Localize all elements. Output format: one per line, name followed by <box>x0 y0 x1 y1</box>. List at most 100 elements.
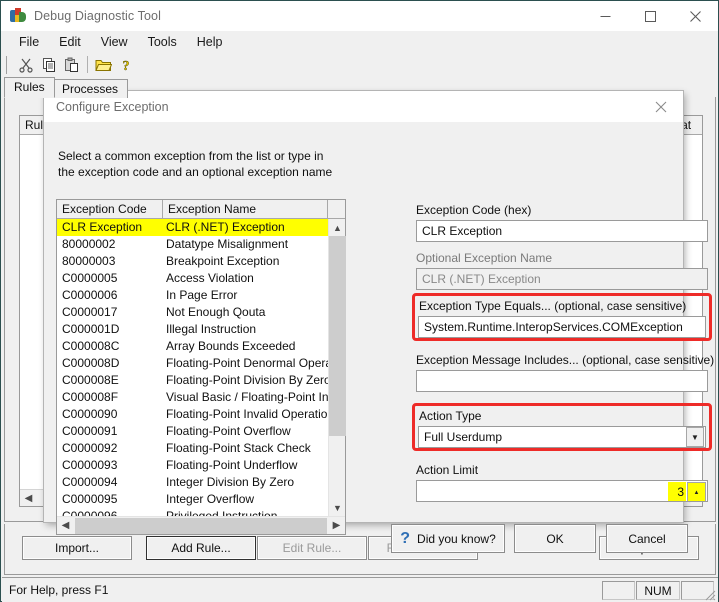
minimize-icon[interactable] <box>583 1 628 31</box>
exception-code-cell: C0000092 <box>57 440 163 457</box>
exception-name-cell: Breakpoint Exception <box>163 253 328 270</box>
exception-name-cell: Floating-Point Division By Zero <box>163 372 328 389</box>
help-icon[interactable]: ? <box>115 54 138 76</box>
hscroll-thumb[interactable] <box>75 518 327 534</box>
exception-type-equals-input[interactable]: System.Runtime.InteropServices.COMExcept… <box>418 316 706 338</box>
hscroll-right-icon[interactable]: ▶ <box>328 518 345 534</box>
action-type-combobox[interactable]: Full Userdump ▼ <box>418 426 706 448</box>
exception-list-item[interactable]: C0000005Access Violation <box>57 270 328 287</box>
exception-list-item[interactable]: 80000003Breakpoint Exception <box>57 253 328 270</box>
exception-list-item[interactable]: C0000017Not Enough Qouta <box>57 304 328 321</box>
exception-code-input[interactable]: CLR Exception <box>416 220 708 242</box>
scroll-down-icon[interactable]: ▼ <box>329 499 346 516</box>
menu-item-tools[interactable]: Tools <box>139 33 186 51</box>
exception-name-cell: Floating-Point Underflow <box>163 457 328 474</box>
dialog-instructions: Select a common exception from the list … <box>58 148 332 180</box>
copy-icon[interactable] <box>37 54 60 76</box>
status-bar: For Help, press F1 NUM <box>2 577 718 602</box>
exception-list-item[interactable]: C000001DIllegal Instruction <box>57 321 328 338</box>
exception-name-cell: Integer Overflow <box>163 491 328 508</box>
exception-name-cell: Access Violation <box>163 270 328 287</box>
exception-list-item[interactable]: C000008FVisual Basic / Floating-Point In… <box>57 389 328 406</box>
exception-message-includes-input[interactable] <box>416 370 708 392</box>
edit-rule-button: Edit Rule... <box>257 536 367 560</box>
exception-list-vscrollbar[interactable]: ▲ ▼ <box>328 219 345 516</box>
exception-code-cell: C0000094 <box>57 474 163 491</box>
menu-item-file[interactable]: File <box>10 33 48 51</box>
scroll-up-icon[interactable]: ▲ <box>329 219 346 236</box>
instructions-line-2: the exception code and an optional excep… <box>58 164 332 180</box>
exception-list-item[interactable]: C000008CArray Bounds Exceeded <box>57 338 328 355</box>
exception-list[interactable]: Exception Code Exception Name CLR Except… <box>56 199 346 535</box>
exception-code-label: Exception Code (hex) <box>416 203 531 217</box>
exception-name-cell: Floating-Point Overflow <box>163 423 328 440</box>
exception-list-item[interactable]: 80000002Datatype Misalignment <box>57 236 328 253</box>
add-rule-button-label: Add Rule... <box>171 541 230 555</box>
exception-list-item[interactable]: C0000006In Page Error <box>57 287 328 304</box>
ok-button[interactable]: OK <box>514 524 596 553</box>
exception-list-item[interactable]: C0000091Floating-Point Overflow <box>57 423 328 440</box>
tab-processes[interactable]: Processes <box>52 79 128 98</box>
resize-grip-icon[interactable] <box>702 587 716 601</box>
add-rule-button[interactable]: Add Rule... <box>146 536 256 560</box>
status-text: For Help, press F1 <box>9 583 108 597</box>
optional-exception-name-label: Optional Exception Name <box>416 251 552 265</box>
action-limit-label: Action Limit <box>416 463 478 477</box>
exception-code-cell: C0000005 <box>57 270 163 287</box>
hscroll-left-icon[interactable]: ◀ <box>57 518 74 534</box>
exception-name-cell: Datatype Misalignment <box>163 236 328 253</box>
configure-exception-dialog: Configure Exception Select a common exce… <box>44 91 683 522</box>
exception-code-cell: C0000093 <box>57 457 163 474</box>
exception-code-cell: C0000017 <box>57 304 163 321</box>
chevron-down-icon[interactable]: ▼ <box>686 427 704 447</box>
vscroll-thumb[interactable] <box>329 236 346 436</box>
exception-list-item[interactable]: CLR ExceptionCLR (.NET) Exception <box>57 219 328 236</box>
scroll-left-icon[interactable]: ◀ <box>20 490 37 506</box>
open-folder-icon[interactable] <box>92 54 115 76</box>
toolbar-separator <box>87 56 88 73</box>
dialog-body: Select a common exception from the list … <box>44 122 683 522</box>
maximize-icon[interactable] <box>628 1 673 31</box>
import-button[interactable]: Import... <box>22 536 132 560</box>
dialog-title-bar: Configure Exception <box>44 91 683 122</box>
question-mark-icon: ? <box>400 531 410 547</box>
did-you-know-button[interactable]: ? Did you know? <box>391 524 505 553</box>
spinner-up-icon[interactable]: ▲ <box>687 482 706 502</box>
exception-code-cell: C000008C <box>57 338 163 355</box>
exception-list-item[interactable]: C000008DFloating-Point Denormal Operand <box>57 355 328 372</box>
dialog-close-icon[interactable] <box>638 91 683 122</box>
exception-list-item[interactable]: C0000090Floating-Point Invalid Operation <box>57 406 328 423</box>
svg-text:?: ? <box>122 59 129 73</box>
exception-list-item[interactable]: C0000095Integer Overflow <box>57 491 328 508</box>
close-icon[interactable] <box>673 1 718 31</box>
exception-list-item[interactable]: C0000093Floating-Point Underflow <box>57 457 328 474</box>
menu-item-view[interactable]: View <box>92 33 137 51</box>
list-column-exception-code[interactable]: Exception Code <box>57 200 163 219</box>
dialog-title: Configure Exception <box>56 100 169 114</box>
action-limit-spinner[interactable]: ▲ ▼ <box>687 482 706 502</box>
cut-icon[interactable] <box>14 54 37 76</box>
menu-item-edit[interactable]: Edit <box>50 33 90 51</box>
menu-bar: File Edit View Tools Help <box>2 31 717 52</box>
list-header-spacer <box>328 200 345 219</box>
exception-code-cell: C0000006 <box>57 287 163 304</box>
exception-list-rows[interactable]: CLR ExceptionCLR (.NET) Exception8000000… <box>57 219 328 516</box>
tab-rules[interactable]: Rules <box>4 77 55 98</box>
exception-name-cell: Visual Basic / Floating-Point Inexac <box>163 389 328 406</box>
main-window: Debug Diagnostic Tool File Edit View Too… <box>0 0 719 602</box>
exception-name-cell: CLR (.NET) Exception <box>163 219 328 236</box>
window-title: Debug Diagnostic Tool <box>34 9 161 23</box>
paste-icon[interactable] <box>60 54 83 76</box>
menu-item-help[interactable]: Help <box>188 33 232 51</box>
exception-code-cell: C0000095 <box>57 491 163 508</box>
exception-list-item[interactable]: C0000096Privileged Instruction <box>57 508 328 516</box>
exception-list-hscrollbar[interactable]: ◀ ▶ <box>57 516 345 534</box>
toolbar-grip[interactable] <box>6 56 10 74</box>
exception-list-item[interactable]: C000008EFloating-Point Division By Zero <box>57 372 328 389</box>
cancel-button[interactable]: Cancel <box>606 524 688 553</box>
action-limit-input[interactable]: 3 ▲ ▼ <box>416 480 708 502</box>
exception-type-equals-label: Exception Type Equals... (optional, case… <box>419 299 686 313</box>
exception-list-item[interactable]: C0000092Floating-Point Stack Check <box>57 440 328 457</box>
exception-list-item[interactable]: C0000094Integer Division By Zero <box>57 474 328 491</box>
list-column-exception-name[interactable]: Exception Name <box>163 200 328 219</box>
